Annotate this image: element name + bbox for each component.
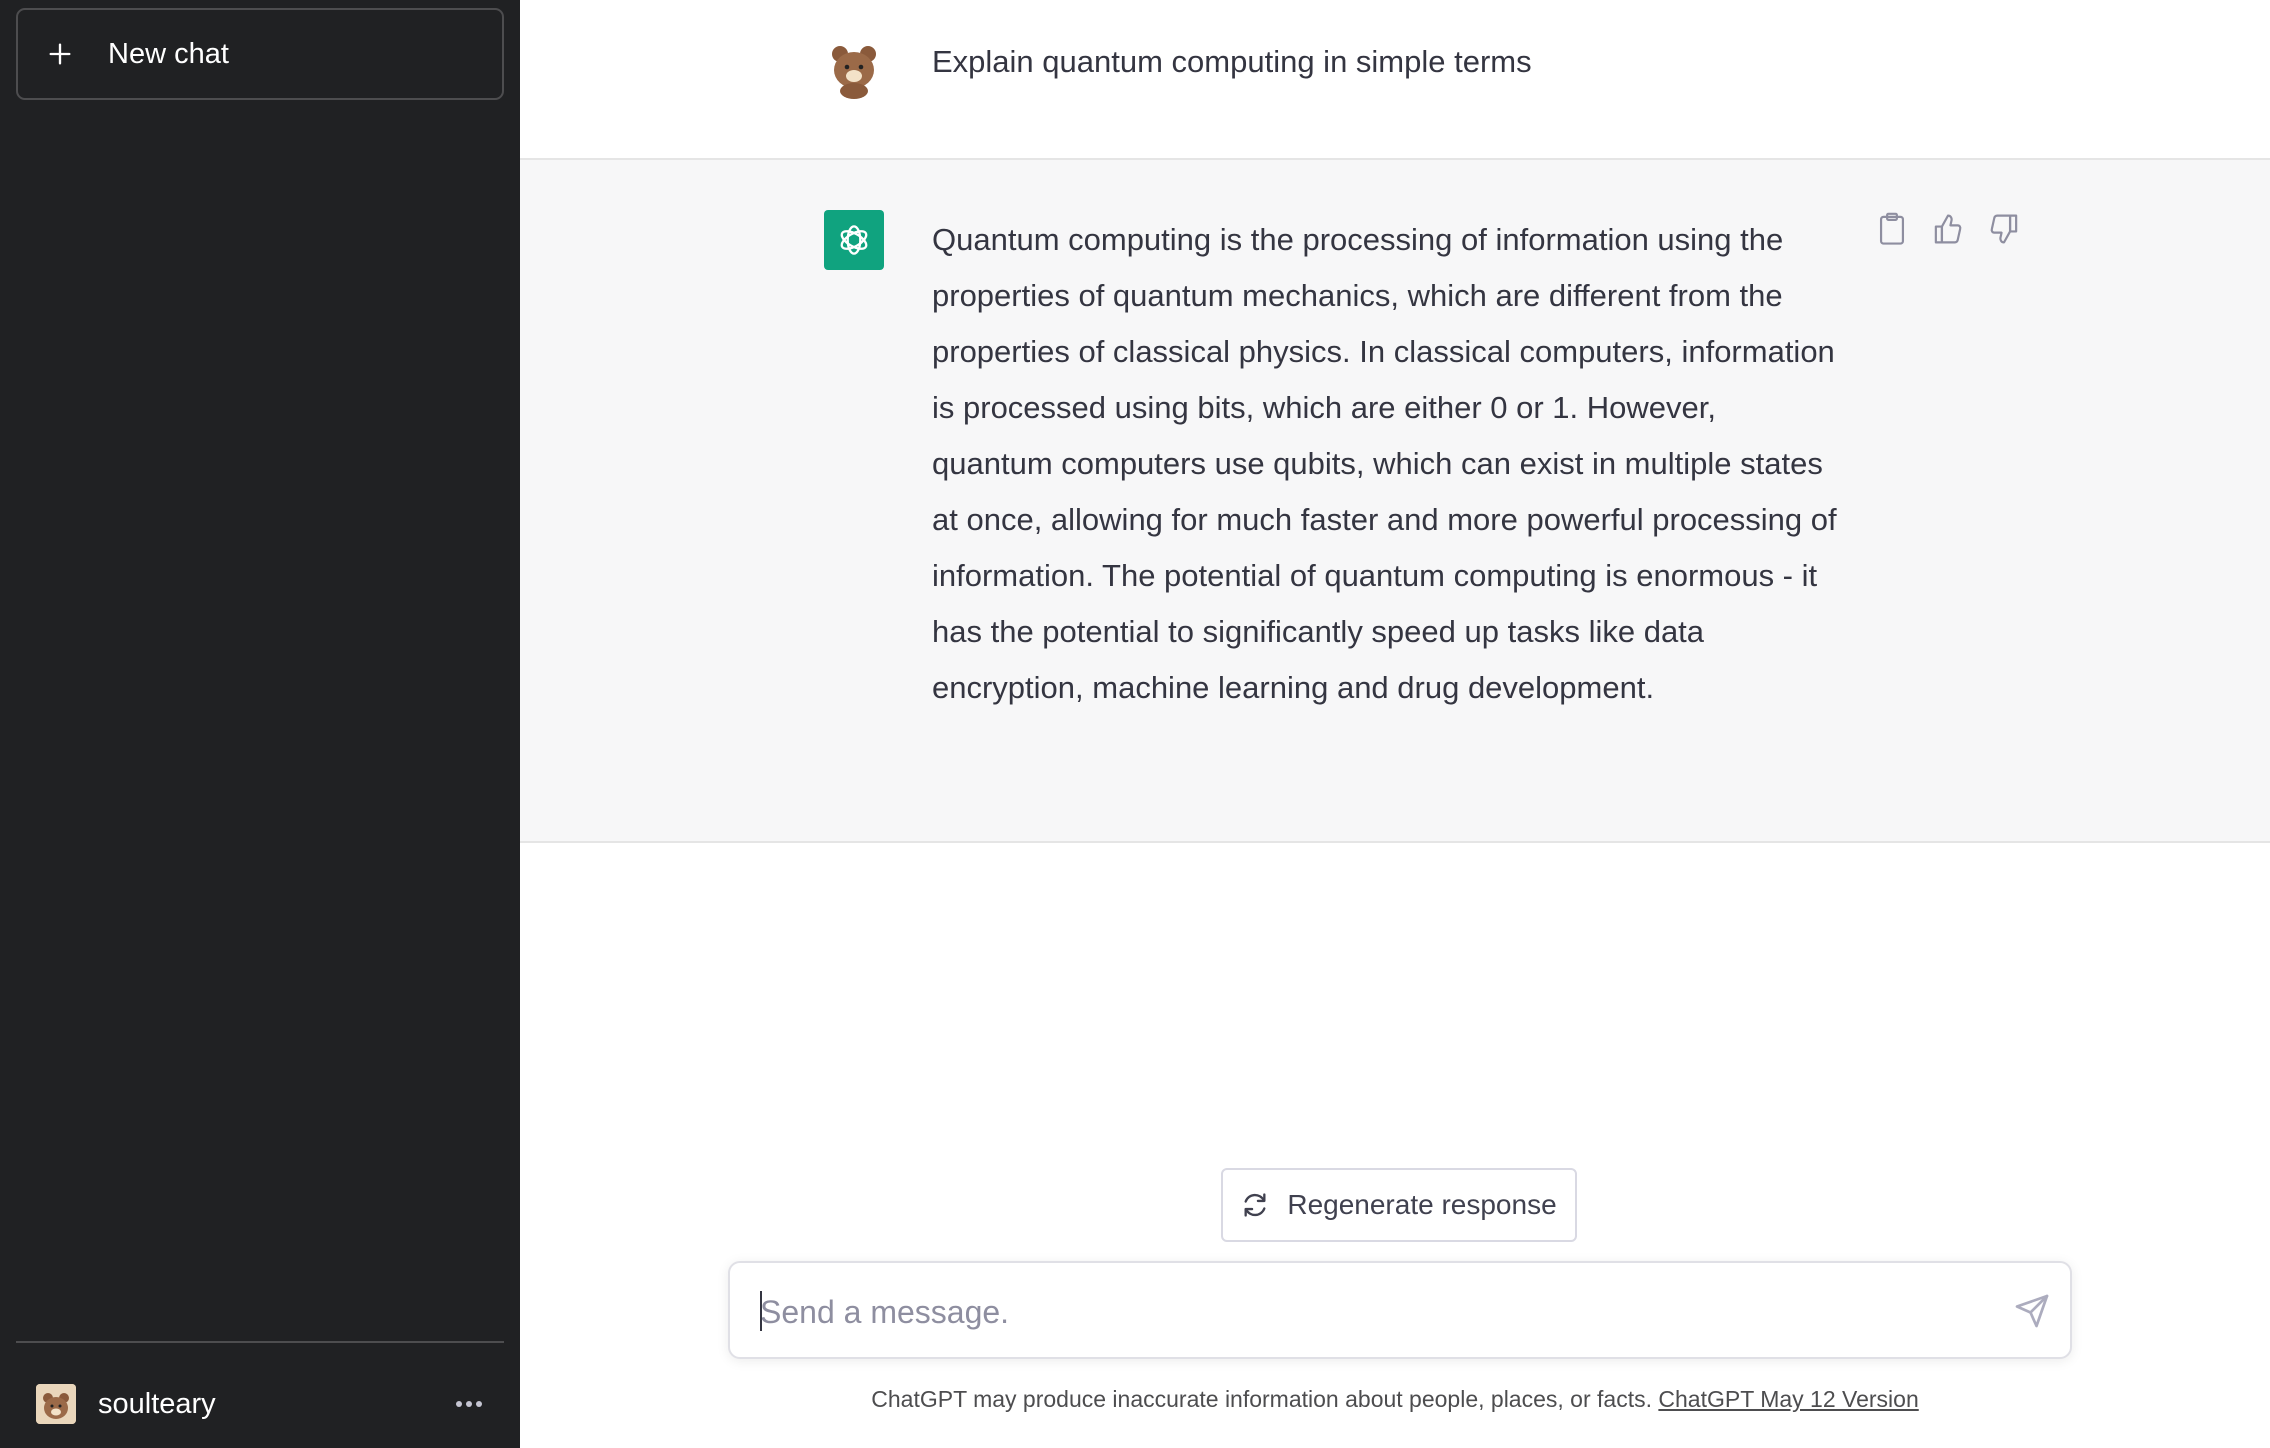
sidebar-divider — [16, 1341, 504, 1343]
regenerate-label: Regenerate response — [1287, 1189, 1557, 1220]
text-caret — [760, 1291, 762, 1331]
sidebar: New chat soulteary — [0, 0, 520, 1448]
user-menu[interactable]: soulteary — [16, 1364, 504, 1444]
message-actions — [1877, 212, 2019, 246]
user-avatar-icon — [832, 46, 876, 99]
new-chat-button[interactable]: New chat — [16, 8, 504, 100]
avatar — [36, 1384, 76, 1424]
assistant-message-text: Quantum computing is the processing of i… — [932, 222, 1837, 705]
thumbs-down-icon[interactable] — [1989, 212, 2019, 246]
assistant-message: Quantum computing is the processing of i… — [520, 160, 2270, 843]
message-input[interactable] — [760, 1287, 1960, 1337]
username: soulteary — [98, 1387, 216, 1420]
chat-main: Explain quantum computing in simple term… — [520, 0, 2270, 1448]
refresh-icon — [1244, 1193, 1266, 1217]
message-composer — [728, 1261, 2072, 1359]
user-message-text: Explain quantum computing in simple term… — [932, 44, 1532, 79]
new-chat-label: New chat — [108, 37, 229, 70]
user-message: Explain quantum computing in simple term… — [520, 0, 2270, 160]
footer-disclaimer: ChatGPT may produce inaccurate informati… — [520, 1386, 2270, 1413]
regenerate-button[interactable]: Regenerate response — [1221, 1168, 1577, 1242]
version-link[interactable]: ChatGPT May 12 Version — [1658, 1386, 1918, 1412]
thumbs-up-icon[interactable] — [1933, 212, 1963, 246]
send-icon[interactable] — [2014, 1293, 2050, 1329]
disclaimer-text: ChatGPT may produce inaccurate informati… — [871, 1386, 1659, 1412]
more-icon[interactable] — [454, 1399, 484, 1409]
chatgpt-logo-icon — [824, 210, 884, 270]
plus-icon — [49, 43, 71, 65]
clipboard-icon[interactable] — [1877, 212, 1907, 246]
